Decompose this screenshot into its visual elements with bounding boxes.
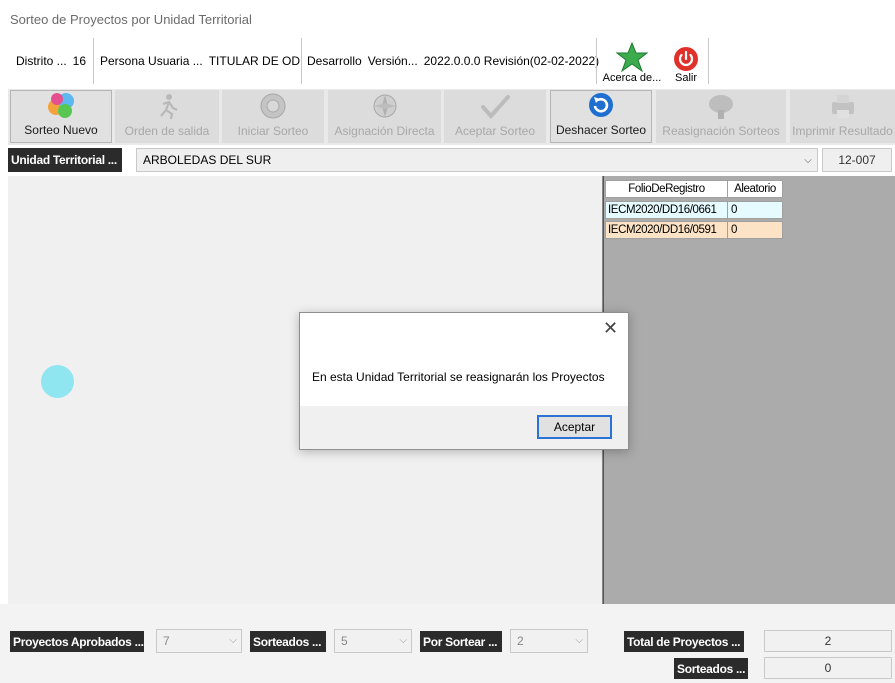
distrito-label: Distrito ...	[16, 54, 67, 68]
proyectos-aprobados-value: 7	[163, 634, 170, 648]
dialog-message: En esta Unidad Territorial se reasignará…	[312, 370, 605, 384]
grid-header-folio[interactable]: FolioDeRegistro	[605, 180, 728, 198]
imprimir-resultado-label: Imprimir Resultado	[792, 124, 893, 138]
grid-cell-aleatorio[interactable]: 0	[727, 221, 783, 239]
aceptar-sorteo-button[interactable]: Aceptar Sorteo	[444, 90, 546, 143]
sorteados-select[interactable]: 5 ⌵	[334, 629, 412, 653]
unidad-territorial-label: Unidad Territorial ...	[8, 148, 122, 172]
sorteados-total-label: Sorteados ...	[674, 658, 748, 679]
chevron-down-icon: ⌵	[399, 635, 407, 646]
results-grid	[603, 176, 895, 604]
aceptar-button[interactable]: Aceptar	[537, 415, 612, 439]
imprimir-resultado-button[interactable]: Imprimir Resultado	[790, 90, 895, 143]
grid-header-aleatorio[interactable]: Aleatorio	[727, 180, 783, 198]
version-value: 2022.0.0.0 Revisión(02-02-2022)	[423, 54, 600, 68]
sorteados-label: Sorteados ...	[250, 631, 326, 652]
persona-info: Persona Usuaria ... TITULAR DE OD	[100, 40, 300, 82]
reasignacion-sorteos-label: Reasignación Sorteos	[662, 124, 780, 138]
window-title: Sorteo de Proyectos por Unidad Territori…	[10, 12, 252, 27]
exit-label: Salir	[674, 72, 697, 84]
star-icon	[616, 42, 648, 72]
grid-cell-aleatorio[interactable]: 0	[727, 201, 783, 219]
asignacion-directa-button[interactable]: Asignación Directa	[328, 90, 441, 143]
reasignacion-sorteos-button[interactable]: Reasignación Sorteos	[656, 90, 786, 143]
por-sortear-select[interactable]: 2 ⌵	[510, 629, 588, 653]
close-icon[interactable]: ✕	[603, 318, 618, 339]
version-label: Versión...	[367, 54, 418, 68]
colored-circles-icon	[48, 93, 74, 118]
persona-value: TITULAR DE OD	[208, 54, 301, 68]
sorteo-nuevo-label: Sorteo Nuevo	[24, 123, 98, 137]
iniciar-sorteo-button[interactable]: Iniciar Sorteo	[222, 90, 324, 143]
chevron-down-icon: ⌵	[575, 635, 583, 646]
printer-icon	[831, 95, 854, 118]
power-icon	[674, 47, 698, 71]
por-sortear-value: 2	[517, 634, 524, 648]
info-separator	[708, 38, 709, 84]
sorteo-nuevo-button[interactable]: Sorteo Nuevo	[10, 90, 112, 143]
about-label: Acerca de...	[602, 72, 662, 84]
unidad-territorial-select[interactable]: ARBOLEDAS DEL SUR	[136, 148, 818, 172]
compass-icon	[373, 94, 396, 118]
distrito-info: Distrito ... 16	[16, 40, 86, 82]
checkmark-icon	[481, 95, 510, 120]
sorteados-value: 5	[341, 634, 348, 648]
total-proyectos-label: Total de Proyectos ...	[624, 631, 744, 652]
runner-icon	[160, 94, 178, 120]
about-button[interactable]: Acerca de...	[600, 36, 664, 84]
unidad-territorial-value: ARBOLEDAS DEL SUR	[143, 153, 272, 167]
grid-cell-folio[interactable]: IECM2020/DD16/0591	[605, 221, 728, 239]
persona-label: Persona Usuaria ...	[100, 54, 203, 68]
grid-cell-folio[interactable]: IECM2020/DD16/0661	[605, 201, 728, 219]
aceptar-sorteo-label: Aceptar Sorteo	[454, 124, 536, 138]
asignacion-directa-label: Asignación Directa	[334, 124, 435, 138]
proyectos-aprobados-label: Proyectos Aprobados ...	[10, 631, 144, 652]
desarrollo-label: Desarrollo	[307, 54, 362, 68]
proyectos-aprobados-select[interactable]: 7 ⌵	[156, 629, 242, 653]
info-separator	[596, 38, 597, 84]
refresh-icon	[589, 93, 613, 117]
disc-icon	[260, 93, 286, 119]
info-separator	[93, 38, 94, 84]
distrito-value: 16	[72, 54, 87, 68]
unidad-territorial-code: 12-007	[822, 148, 892, 172]
version-info: Desarrollo Versión... 2022.0.0.0 Revisió…	[307, 40, 599, 82]
chevron-down-icon: ⌵	[229, 635, 237, 646]
cloud-icon	[709, 95, 733, 119]
deshacer-sorteo-button[interactable]: Deshacer Sorteo	[550, 90, 652, 143]
message-dialog: ✕ En esta Unidad Territorial se reasigna…	[299, 312, 629, 450]
deshacer-sorteo-label: Deshacer Sorteo	[555, 123, 647, 137]
exit-button[interactable]: Salir	[668, 36, 704, 84]
orden-salida-label: Orden de salida	[124, 124, 210, 138]
chevron-down-icon[interactable]: ⌵	[800, 150, 816, 170]
sorteados-total-value: 0	[764, 657, 892, 679]
lottery-ball	[41, 365, 74, 398]
orden-salida-button[interactable]: Orden de salida	[115, 90, 219, 143]
por-sortear-label: Por Sortear ...	[420, 631, 502, 652]
iniciar-sorteo-label: Iniciar Sorteo	[237, 124, 309, 138]
total-proyectos-value: 2	[764, 630, 892, 652]
info-separator	[301, 38, 302, 84]
